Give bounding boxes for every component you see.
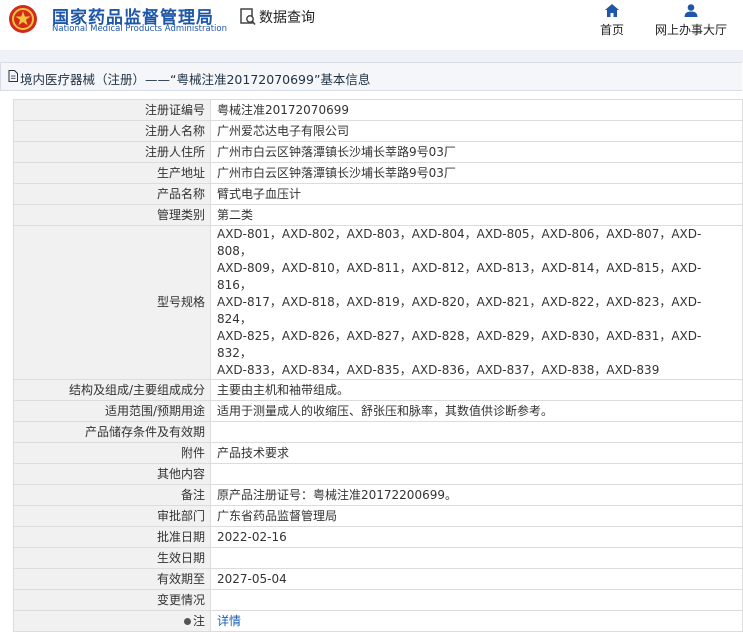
model-line: AXD-833，AXD-834，AXD-835，AXD-836，AXD-837，… — [217, 363, 660, 377]
field-label: 附件 — [13, 442, 211, 464]
table-row: 批准日期 2022-02-16 — [13, 526, 743, 548]
table-row: 管理类别 第二类 — [13, 204, 743, 226]
table-row: 生产地址 广州市白云区钟落潭镇长沙埔长莘路9号03厂 — [13, 162, 743, 184]
model-line: AXD-825，AXD-826，AXD-827，AXD-828，AXD-829，… — [217, 329, 702, 360]
table-row: 审批部门 广东省药品监督管理局 — [13, 505, 743, 527]
table-row: 变更情况 — [13, 589, 743, 611]
table-row: 备注 原产品注册证号：粤械注准20172200699。 — [13, 484, 743, 506]
field-value: 广州爱芯达电子有限公司 — [210, 120, 743, 142]
table-row: 注册人住所 广州市白云区钟落潭镇长沙埔长莘路9号03厂 — [13, 141, 743, 163]
field-label: 生产地址 — [13, 162, 211, 184]
field-value: 产品技术要求 — [210, 442, 743, 464]
national-emblem-icon — [9, 5, 37, 33]
field-value: 原产品注册证号：粤械注准20172200699。 — [210, 484, 743, 506]
field-label: 其他内容 — [13, 463, 211, 485]
field-value: 适用于测量成人的收缩压、舒张压和脉率，其数值供诊断参考。 — [210, 400, 743, 422]
field-value: 2022-02-16 — [210, 526, 743, 548]
site-subtitle: National Medical Products Administration — [52, 24, 227, 34]
site-header: 国家药品监督管理局 National Medical Products Admi… — [0, 0, 743, 50]
document-icon — [8, 70, 18, 82]
table-row-note: 注 详情 — [13, 610, 743, 632]
nav-online-service-label: 网上办事大厅 — [655, 23, 728, 37]
field-value — [210, 589, 743, 611]
field-label: 生效日期 — [13, 547, 211, 569]
field-value — [210, 547, 743, 569]
pin-icon — [183, 617, 191, 625]
table-row: 产品名称 臂式电子血压计 — [13, 183, 743, 205]
nav-home[interactable]: 首页 — [600, 4, 624, 38]
field-label: 注册证编号 — [13, 99, 211, 121]
note-value-cell: 详情 — [210, 610, 743, 632]
record-title-bar: 境内医疗器械（注册）——“粤械注准20172070699”基本信息 — [0, 62, 742, 91]
field-value: 第二类 — [210, 204, 743, 226]
field-label: 备注 — [13, 484, 211, 506]
registration-info-table: 注册证编号 粤械注准20172070699 注册人名称 广州爱芯达电子有限公司 注册… — [13, 99, 743, 632]
field-label: 适用范围/预期用途 — [13, 400, 211, 422]
record-title: 境内医疗器械（注册）——“粤械注准20172070699”基本信息 — [20, 72, 371, 87]
data-query-link[interactable]: 数据查询 — [259, 7, 315, 27]
table-row: 其他内容 — [13, 463, 743, 485]
table-row: 结构及组成/主要组成成分 主要由主机和袖带组成。 — [13, 379, 743, 401]
details-link[interactable]: 详情 — [217, 614, 241, 628]
field-value — [210, 421, 743, 443]
field-value — [210, 463, 743, 485]
note-label-cell: 注 — [13, 610, 211, 632]
field-value: 2027-05-04 — [210, 568, 743, 590]
table-row: 附件 产品技术要求 — [13, 442, 743, 464]
field-label: 审批部门 — [13, 505, 211, 527]
field-label: 产品储存条件及有效期 — [13, 421, 211, 443]
field-label: 有效期至 — [13, 568, 211, 590]
field-value: 粤械注准20172070699 — [210, 99, 743, 121]
model-line: AXD-817，AXD-818，AXD-819，AXD-820，AXD-821，… — [217, 295, 702, 326]
field-value: 臂式电子血压计 — [210, 183, 743, 205]
header-divider — [0, 50, 743, 62]
table-row: 生效日期 — [13, 547, 743, 569]
field-label: 注册人住所 — [13, 141, 211, 163]
table-row: 产品储存条件及有效期 — [13, 421, 743, 443]
field-value: 广州市白云区钟落潭镇长沙埔长莘路9号03厂 — [210, 162, 743, 184]
field-label: 注册人名称 — [13, 120, 211, 142]
field-label: 变更情况 — [13, 589, 211, 611]
field-label: 型号规格 — [13, 225, 211, 380]
user-icon — [684, 4, 698, 17]
home-icon — [605, 4, 619, 17]
field-label: 批准日期 — [13, 526, 211, 548]
table-row: 有效期至 2027-05-04 — [13, 568, 743, 590]
nav-online-service[interactable]: 网上办事大厅 — [655, 4, 727, 38]
field-value: 广东省药品监督管理局 — [210, 505, 743, 527]
field-label: 管理类别 — [13, 204, 211, 226]
field-label: 结构及组成/主要组成成分 — [13, 379, 211, 401]
note-label: 注 — [192, 613, 205, 628]
model-line: AXD-809，AXD-810，AXD-811，AXD-812，AXD-813，… — [217, 261, 702, 292]
nav-home-label: 首页 — [600, 23, 625, 37]
search-icon[interactable] — [240, 8, 256, 26]
model-list: AXD-801，AXD-802，AXD-803，AXD-804，AXD-805，… — [210, 225, 743, 380]
table-row: 适用范围/预期用途 适用于测量成人的收缩压、舒张压和脉率，其数值供诊断参考。 — [13, 400, 743, 422]
table-row-models: 型号规格 AXD-801，AXD-802，AXD-803，AXD-804，AXD… — [13, 225, 743, 380]
table-row: 注册证编号 粤械注准20172070699 — [13, 99, 743, 121]
field-label: 产品名称 — [13, 183, 211, 205]
field-value: 主要由主机和袖带组成。 — [210, 379, 743, 401]
field-value: 广州市白云区钟落潭镇长沙埔长莘路9号03厂 — [210, 141, 743, 163]
model-line: AXD-801，AXD-802，AXD-803，AXD-804，AXD-805，… — [217, 227, 702, 258]
table-row: 注册人名称 广州爱芯达电子有限公司 — [13, 120, 743, 142]
